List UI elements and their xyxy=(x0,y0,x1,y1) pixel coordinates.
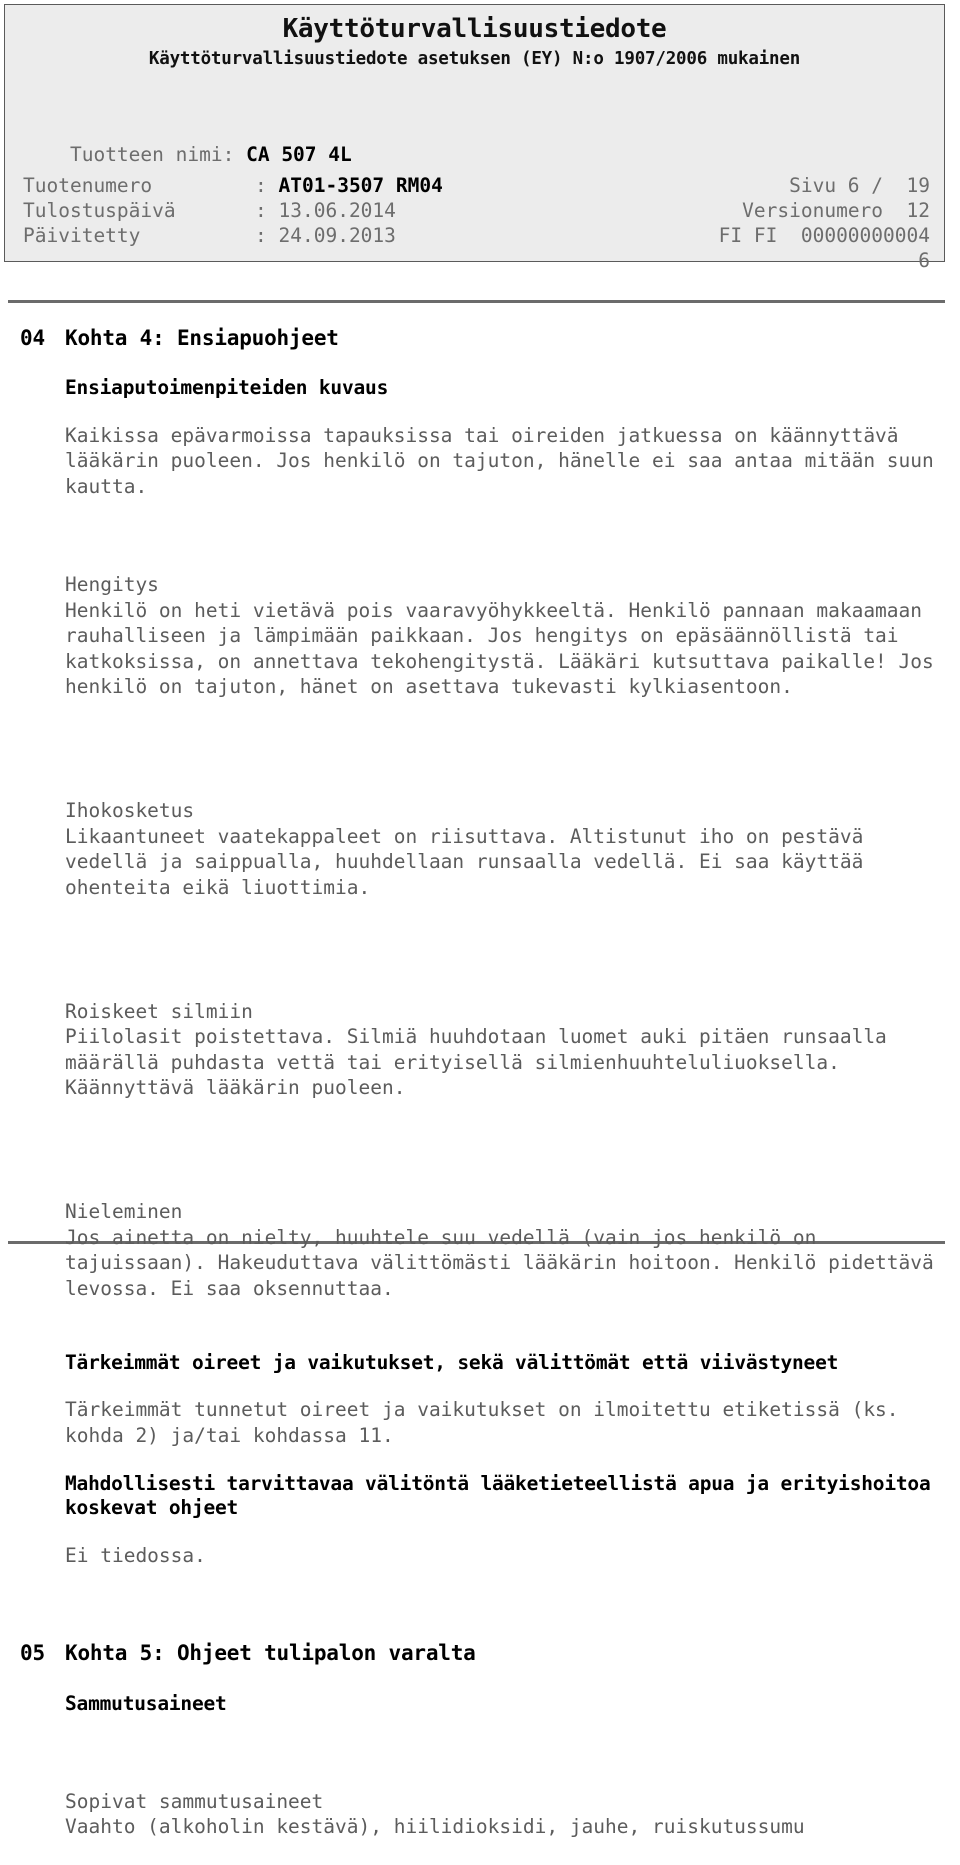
metadata-right-value: Sivu 6 / 19 xyxy=(789,174,930,197)
subheading-extinguishing-media: Sammutusaineet xyxy=(65,1691,227,1715)
paragraph-skin-contact: Ihokosketus Likaantuneet vaatekappaleet o… xyxy=(0,747,960,926)
document-subtitle: Käyttöturvallisuustiedote asetuksen (EY)… xyxy=(148,48,801,69)
metadata-key: Tulostuspäivä xyxy=(23,199,176,222)
paragraph-inhalation: Hengitys Henkilö on heti vietävä pois vaa… xyxy=(0,521,960,725)
subheading-first-aid-description: Ensiaputoimenpiteiden kuvaus xyxy=(65,376,389,400)
minor-heading-eye-splash: Roiskeet silmiin xyxy=(65,999,253,1023)
section-title: Kohta 4: Ensiapuohjeet xyxy=(65,326,339,350)
paragraph-first-aid-intro: Kaikissa epävarmoissa tapauksissa tai oi… xyxy=(65,423,946,498)
section-heading-4: 04 Kohta 4: Ensiapuohjeet xyxy=(0,325,960,352)
minor-heading-ingestion: Nieleminen xyxy=(65,1200,183,1224)
subheading-medical-attention: Mahdollisesti tarvittavaa välitöntä lääk… xyxy=(65,1472,943,1520)
metadata-row: Tulostuspäivä: 13.06.2014 Versionumero 1… xyxy=(23,198,930,223)
metadata-trailing-value: 6 xyxy=(918,249,930,272)
minor-heading-inhalation: Hengitys xyxy=(65,573,159,597)
paragraph-ingestion-text: Jos ainetta on nielty, huuhtele suu vede… xyxy=(65,1225,946,1300)
metadata-row: Päivitetty: 24.09.2013 FI FI 00000000004 xyxy=(23,223,930,248)
metadata-value: 24.09.2013 xyxy=(278,224,396,247)
metadata-separator: : xyxy=(255,174,267,197)
section-title: Kohta 5: Ohjeet tulipalon varalta xyxy=(65,1641,476,1666)
paragraph-eye-splash: Roiskeet silmiin Piilolasit poistettava. … xyxy=(0,948,960,1127)
metadata-separator: : xyxy=(255,224,267,247)
document-header-box: Käyttöturvallisuustiedote Käyttöturvalli… xyxy=(4,4,945,272)
metadata-row-trailing: 6 xyxy=(23,248,930,273)
paragraph-suitable-media-text: Vaahto (alkoholin kestävä), hiilidioksid… xyxy=(65,1815,805,1839)
minor-heading-suitable-media: Sopivat sammutusaineet xyxy=(65,1789,324,1813)
metadata-right-value: FI FI 00000000004 xyxy=(718,224,930,247)
document-title: Käyttöturvallisuustiedote xyxy=(282,14,667,44)
document-body: 04 Kohta 4: Ensiapuohjeet Ensiaputoimenp… xyxy=(0,325,960,1865)
paragraph-suitable-extinguishing-media: Sopivat sammutusaineet Vaahto (alkoholin … xyxy=(0,1738,960,1865)
product-name-label: Tuotteen nimi: xyxy=(69,143,235,167)
section-divider-top xyxy=(8,300,945,303)
paragraph-inhalation-text: Henkilö on heti vietävä pois vaaravyöhyk… xyxy=(65,598,946,699)
section-heading-5: 05 Kohta 5: Ohjeet tulipalon varalta xyxy=(0,1640,960,1667)
metadata-value: 13.06.2014 xyxy=(278,199,396,222)
section-number: 04 xyxy=(20,326,45,350)
paragraph-skin-contact-text: Likaantuneet vaatekappaleet on riisuttav… xyxy=(65,824,876,899)
paragraph-symptoms-and-effects: Tärkeimmät tunnetut oireet ja vaikutukse… xyxy=(65,1398,911,1447)
metadata-row: Tuotenumero: AT01-3507 RM04 Sivu 6 / 19 xyxy=(23,173,930,198)
metadata-separator: : xyxy=(255,199,267,222)
minor-heading-skin-contact: Ihokosketus xyxy=(65,799,195,823)
section-number: 05 xyxy=(20,1641,45,1666)
paragraph-medical-attention: Ei tiedossa. xyxy=(65,1543,206,1567)
paragraph-eye-splash-text: Piilolasit poistettava. Silmiä huuhdotaa… xyxy=(65,1025,899,1100)
metadata-value: AT01-3507 RM04 xyxy=(278,174,443,197)
product-name-value: CA 507 4L xyxy=(246,143,352,167)
paragraph-ingestion: Nieleminen Jos ainetta on nielty, huuhtel… xyxy=(0,1148,960,1327)
subheading-symptoms-and-effects: Tärkeimmät oireet ja vaikutukset, sekä v… xyxy=(65,1350,839,1374)
metadata-key: Tuotenumero xyxy=(23,174,153,197)
header-metadata-grid: Tuotenumero: AT01-3507 RM04 Sivu 6 / 19 … xyxy=(5,173,944,273)
metadata-right-value: Versionumero 12 xyxy=(742,199,930,222)
metadata-key: Päivitetty xyxy=(23,224,141,247)
